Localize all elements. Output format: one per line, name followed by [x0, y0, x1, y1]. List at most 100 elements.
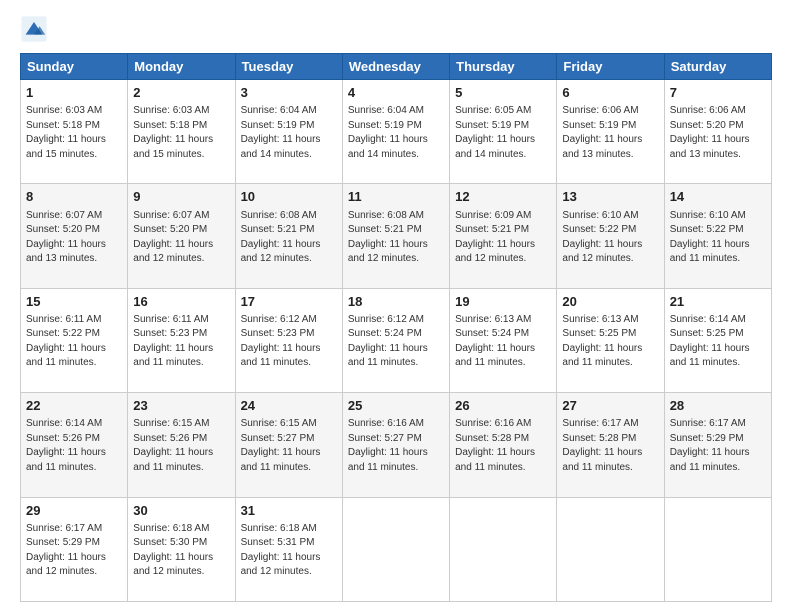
day-info: Sunrise: 6:06 AMSunset: 5:19 PMDaylight:… — [562, 104, 658, 162]
weekday-header-thursday: Thursday — [450, 54, 557, 80]
day-number: 31 — [241, 502, 337, 520]
calendar-cell: 23 Sunrise: 6:15 AMSunset: 5:26 PMDayligh… — [128, 393, 235, 497]
day-info: Sunrise: 6:11 AMSunset: 5:22 PMDaylight:… — [26, 313, 122, 371]
weekday-header-friday: Friday — [557, 54, 664, 80]
day-number: 28 — [670, 397, 766, 415]
calendar-cell — [664, 497, 771, 601]
calendar-cell: 11 Sunrise: 6:08 AMSunset: 5:21 PMDayligh… — [342, 184, 449, 288]
header — [20, 15, 772, 43]
calendar-cell: 26 Sunrise: 6:16 AMSunset: 5:28 PMDayligh… — [450, 393, 557, 497]
day-number: 3 — [241, 84, 337, 102]
day-info: Sunrise: 6:13 AMSunset: 5:25 PMDaylight:… — [562, 313, 658, 371]
calendar-cell: 25 Sunrise: 6:16 AMSunset: 5:27 PMDayligh… — [342, 393, 449, 497]
calendar-cell: 10 Sunrise: 6:08 AMSunset: 5:21 PMDayligh… — [235, 184, 342, 288]
calendar-cell: 5 Sunrise: 6:05 AMSunset: 5:19 PMDaylight… — [450, 80, 557, 184]
calendar-cell: 19 Sunrise: 6:13 AMSunset: 5:24 PMDayligh… — [450, 288, 557, 392]
calendar-cell — [557, 497, 664, 601]
calendar-cell: 6 Sunrise: 6:06 AMSunset: 5:19 PMDaylight… — [557, 80, 664, 184]
day-info: Sunrise: 6:17 AMSunset: 5:29 PMDaylight:… — [670, 417, 766, 475]
calendar-cell — [342, 497, 449, 601]
day-number: 19 — [455, 293, 551, 311]
calendar-cell: 16 Sunrise: 6:11 AMSunset: 5:23 PMDayligh… — [128, 288, 235, 392]
day-info: Sunrise: 6:08 AMSunset: 5:21 PMDaylight:… — [348, 209, 444, 267]
day-info: Sunrise: 6:17 AMSunset: 5:28 PMDaylight:… — [562, 417, 658, 475]
day-info: Sunrise: 6:14 AMSunset: 5:26 PMDaylight:… — [26, 417, 122, 475]
day-number: 26 — [455, 397, 551, 415]
calendar-cell — [450, 497, 557, 601]
logo — [20, 15, 52, 43]
calendar-cell: 4Sunrise: 6:04 AMSunset: 5:19 PMDaylight… — [342, 80, 449, 184]
day-number: 12 — [455, 188, 551, 206]
day-info: Sunrise: 6:14 AMSunset: 5:25 PMDaylight:… — [670, 313, 766, 371]
day-number: 16 — [133, 293, 229, 311]
calendar-cell: 27 Sunrise: 6:17 AMSunset: 5:28 PMDayligh… — [557, 393, 664, 497]
page: SundayMondayTuesdayWednesdayThursdayFrid… — [0, 0, 792, 612]
day-number: 29 — [26, 502, 122, 520]
calendar-cell: 21 Sunrise: 6:14 AMSunset: 5:25 PMDayligh… — [664, 288, 771, 392]
day-number: 1 — [26, 84, 122, 102]
calendar-cell: 18 Sunrise: 6:12 AMSunset: 5:24 PMDayligh… — [342, 288, 449, 392]
calendar-cell: 9 Sunrise: 6:07 AMSunset: 5:20 PMDaylight… — [128, 184, 235, 288]
day-number: 25 — [348, 397, 444, 415]
logo-icon — [20, 15, 48, 43]
day-info: Sunrise: 6:07 AMSunset: 5:20 PMDaylight:… — [133, 209, 229, 267]
day-number: 13 — [562, 188, 658, 206]
day-number: 14 — [670, 188, 766, 206]
day-info: Sunrise: 6:12 AMSunset: 5:24 PMDaylight:… — [348, 313, 444, 371]
day-number: 20 — [562, 293, 658, 311]
calendar-table: SundayMondayTuesdayWednesdayThursdayFrid… — [20, 53, 772, 602]
day-info: Sunrise: 6:11 AMSunset: 5:23 PMDaylight:… — [133, 313, 229, 371]
day-info: Sunrise: 6:07 AMSunset: 5:20 PMDaylight:… — [26, 209, 122, 267]
day-info: Sunrise: 6:04 AMSunset: 5:19 PMDaylight:… — [241, 104, 337, 162]
day-number: 4 — [348, 84, 444, 102]
weekday-header-sunday: Sunday — [21, 54, 128, 80]
day-info: Sunrise: 6:13 AMSunset: 5:24 PMDaylight:… — [455, 313, 551, 371]
calendar-cell: 3 Sunrise: 6:04 AMSunset: 5:19 PMDaylight… — [235, 80, 342, 184]
day-info: Sunrise: 6:15 AMSunset: 5:26 PMDaylight:… — [133, 417, 229, 475]
calendar-cell: 30 Sunrise: 6:18 AMSunset: 5:30 PMDayligh… — [128, 497, 235, 601]
calendar-cell: 17 Sunrise: 6:12 AMSunset: 5:23 PMDayligh… — [235, 288, 342, 392]
day-info: Sunrise: 6:15 AMSunset: 5:27 PMDaylight:… — [241, 417, 337, 475]
day-info: Sunrise: 6:10 AMSunset: 5:22 PMDaylight:… — [670, 209, 766, 267]
weekday-header-tuesday: Tuesday — [235, 54, 342, 80]
day-number: 18 — [348, 293, 444, 311]
day-number: 22 — [26, 397, 122, 415]
day-info: Sunrise: 6:18 AMSunset: 5:31 PMDaylight:… — [241, 522, 337, 580]
day-info: Sunrise: 6:18 AMSunset: 5:30 PMDaylight:… — [133, 522, 229, 580]
weekday-header-monday: Monday — [128, 54, 235, 80]
day-number: 5 — [455, 84, 551, 102]
day-number: 21 — [670, 293, 766, 311]
calendar-cell: 13 Sunrise: 6:10 AMSunset: 5:22 PMDayligh… — [557, 184, 664, 288]
day-info: Sunrise: 6:06 AMSunset: 5:20 PMDaylight:… — [670, 104, 766, 162]
day-info: Sunrise: 6:12 AMSunset: 5:23 PMDaylight:… — [241, 313, 337, 371]
day-info: Sunrise: 6:09 AMSunset: 5:21 PMDaylight:… — [455, 209, 551, 267]
calendar-cell: 12 Sunrise: 6:09 AMSunset: 5:21 PMDayligh… — [450, 184, 557, 288]
day-info: Sunrise: 6:10 AMSunset: 5:22 PMDaylight:… — [562, 209, 658, 267]
day-number: 8 — [26, 188, 122, 206]
weekday-header-wednesday: Wednesday — [342, 54, 449, 80]
calendar-cell: 28 Sunrise: 6:17 AMSunset: 5:29 PMDayligh… — [664, 393, 771, 497]
day-number: 9 — [133, 188, 229, 206]
day-number: 30 — [133, 502, 229, 520]
calendar-cell: 31 Sunrise: 6:18 AMSunset: 5:31 PMDayligh… — [235, 497, 342, 601]
day-number: 6 — [562, 84, 658, 102]
day-number: 24 — [241, 397, 337, 415]
day-info: Sunrise: 6:16 AMSunset: 5:27 PMDaylight:… — [348, 417, 444, 475]
day-number: 7 — [670, 84, 766, 102]
day-info: Sunrise: 6:17 AMSunset: 5:29 PMDaylight:… — [26, 522, 122, 580]
day-info: Sunrise: 6:08 AMSunset: 5:21 PMDaylight:… — [241, 209, 337, 267]
day-number: 23 — [133, 397, 229, 415]
day-number: 10 — [241, 188, 337, 206]
calendar-cell: 1Sunrise: 6:03 AMSunset: 5:18 PMDaylight… — [21, 80, 128, 184]
calendar-cell: 22 Sunrise: 6:14 AMSunset: 5:26 PMDayligh… — [21, 393, 128, 497]
day-number: 17 — [241, 293, 337, 311]
day-number: 11 — [348, 188, 444, 206]
calendar-cell: 29 Sunrise: 6:17 AMSunset: 5:29 PMDayligh… — [21, 497, 128, 601]
day-info: Sunrise: 6:16 AMSunset: 5:28 PMDaylight:… — [455, 417, 551, 475]
day-number: 2 — [133, 84, 229, 102]
day-info: Sunrise: 6:05 AMSunset: 5:19 PMDaylight:… — [455, 104, 551, 162]
day-number: 27 — [562, 397, 658, 415]
calendar-cell: 15Sunrise: 6:11 AMSunset: 5:22 PMDayligh… — [21, 288, 128, 392]
calendar-cell: 24 Sunrise: 6:15 AMSunset: 5:27 PMDayligh… — [235, 393, 342, 497]
weekday-header-saturday: Saturday — [664, 54, 771, 80]
